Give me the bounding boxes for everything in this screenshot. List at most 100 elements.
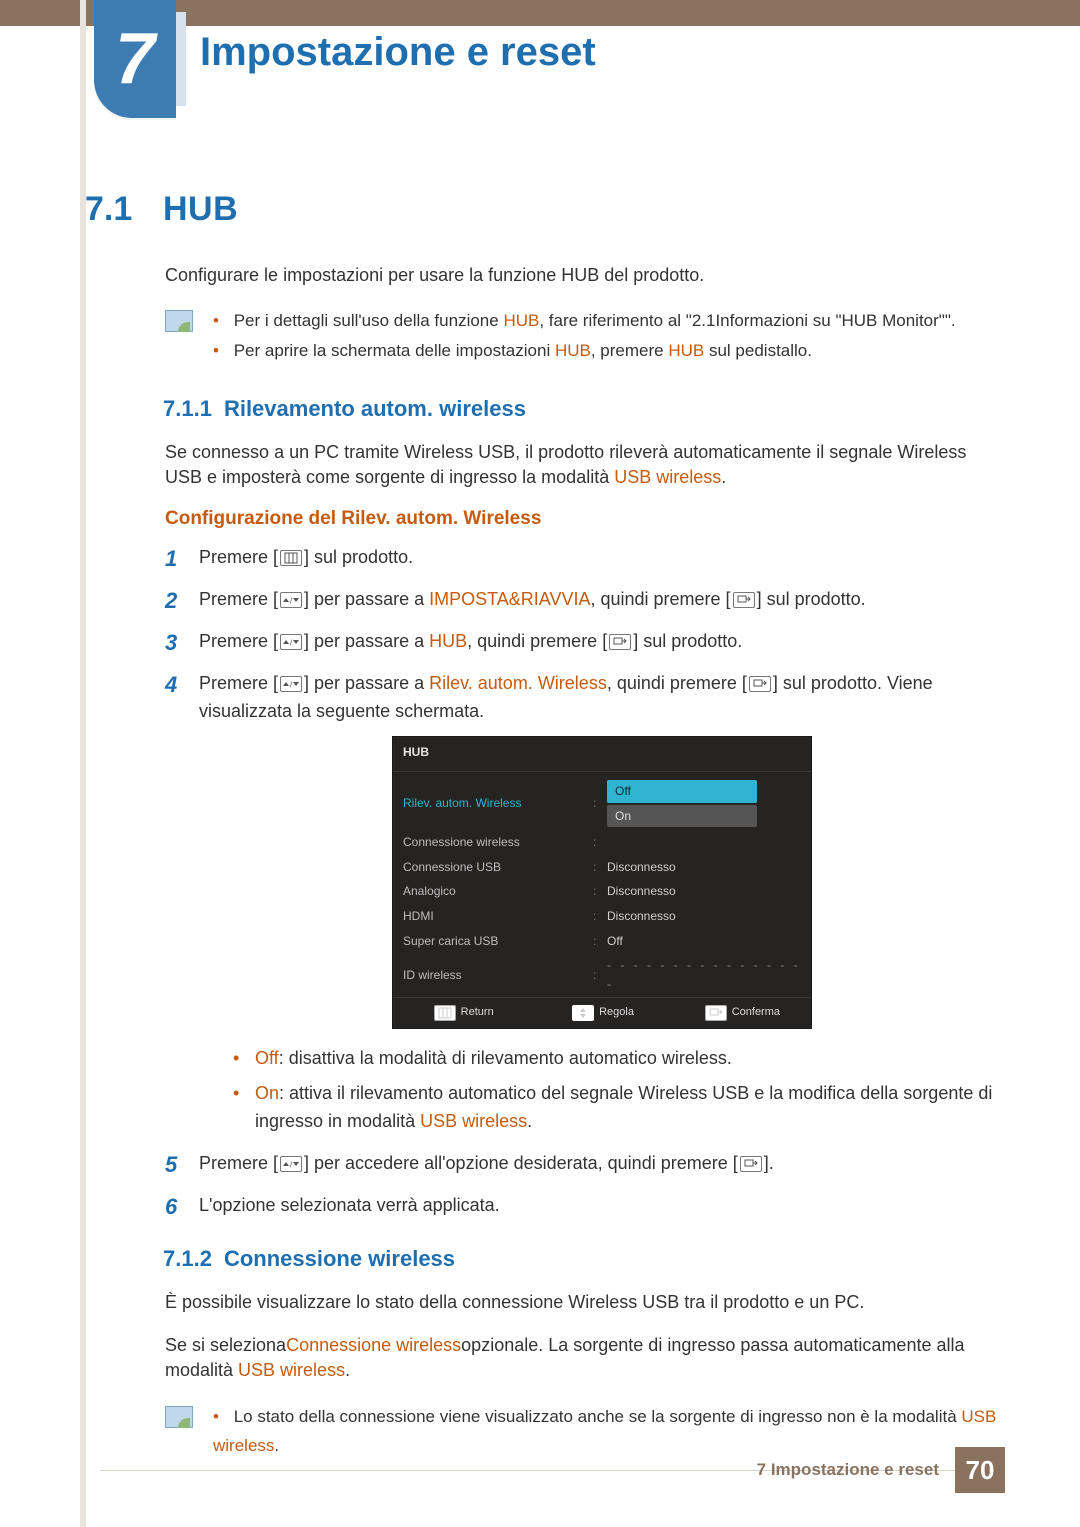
osd-row-label: HDMI (403, 907, 593, 926)
colon: : (593, 858, 607, 877)
text: Lo stato della connessione viene visuali… (234, 1407, 962, 1426)
link-text: USB wireless (238, 1360, 345, 1380)
osd-row-value: - - - - - - - - - - - - - - - - (607, 956, 801, 993)
osd-footer: Return Regola Conferma (393, 997, 811, 1027)
note-block-1: Per i dettagli sull'uso della funzione H… (165, 306, 1005, 366)
svg-text:/: / (290, 597, 293, 606)
label: Regola (599, 1006, 634, 1018)
svg-text:/: / (290, 1161, 293, 1170)
enter-icon (733, 592, 755, 608)
colon: : (593, 794, 607, 813)
link-text: Rilev. autom. Wireless (429, 673, 607, 693)
label: Return (461, 1006, 494, 1018)
text: ] sul prodotto. (304, 547, 413, 567)
chapter-number: 7 (115, 23, 155, 95)
chapter-badge: 7 (94, 0, 176, 118)
osd-row-label: Connessione USB (403, 858, 593, 877)
h4-config: Configurazione del Rilev. autom. Wireles… (165, 508, 1005, 530)
enter-icon (705, 1005, 727, 1021)
subsection-title: Connessione wireless (224, 1246, 455, 1272)
text: ] per passare a (304, 589, 429, 609)
note-list: Per i dettagli sull'uso della funzione H… (213, 306, 956, 366)
hub-ref: HUB (555, 341, 591, 360)
osd-return[interactable]: Return (393, 998, 532, 1027)
link-text: USB wireless (420, 1111, 527, 1131)
colon: : (593, 966, 607, 985)
note-icon (165, 310, 193, 332)
colon: : (593, 932, 607, 951)
page-footer: 7 Impostazione e reset 70 (757, 1447, 1005, 1493)
step-2: Premere [/] per passare a IMPOSTA&RIAVVI… (165, 586, 1005, 614)
note-item: Per i dettagli sull'uso della funzione H… (213, 306, 956, 336)
osd-title: HUB (393, 737, 811, 773)
chapter-title: Impostazione e reset (200, 30, 596, 75)
text: ] per accedere all'opzione desiderata, q… (304, 1153, 738, 1173)
text: : attiva il rilevamento automatico del s… (255, 1083, 992, 1131)
enter-icon (740, 1156, 762, 1172)
option-off[interactable]: Off (607, 780, 757, 803)
osd-confirm[interactable]: Conferma (672, 998, 811, 1027)
text: Premere [ (199, 631, 278, 651)
subsection-title: Rilevamento autom. wireless (224, 396, 526, 422)
step-6: L'opzione selezionata verrà applicata. (165, 1192, 1005, 1220)
text: ] sul prodotto. (633, 631, 742, 651)
hub-ref: HUB (503, 311, 539, 330)
link-text: HUB (429, 631, 467, 651)
enter-icon (609, 634, 631, 650)
text: Se connesso a un PC tramite Wireless USB… (165, 442, 966, 487)
sub712-p1: È possibile visualizzare lo stato della … (165, 1290, 1005, 1315)
subsection-711: 7.1.1 Rilevamento autom. wireless (163, 396, 1005, 422)
text: . (527, 1111, 532, 1131)
text: : disattiva la modalità di rilevamento a… (279, 1048, 732, 1068)
bullet-off: Off: disattiva la modalità di rilevament… (233, 1045, 1005, 1073)
text: , quindi premere [ (467, 631, 607, 651)
osd-row-label: ID wireless (403, 966, 593, 985)
link-text: IMPOSTA&RIAVVIA (429, 589, 590, 609)
enter-icon (749, 676, 771, 692)
colon: : (593, 882, 607, 901)
section-number: 7.1 (85, 190, 143, 229)
step-5: Premere [ / ] per accedere all'opzione des… (165, 1150, 1005, 1178)
label: Conferma (732, 1006, 780, 1018)
sub711-para: Se connesso a un PC tramite Wireless USB… (165, 440, 1005, 490)
osd-row-value: Disconnesso (607, 858, 801, 877)
text: Per aprire la schermata delle impostazio… (234, 341, 555, 360)
intro-text: Configurare le impostazioni per usare la… (165, 263, 1005, 288)
text: , premere (591, 341, 668, 360)
updown-icon: / (280, 1156, 302, 1172)
section-title: HUB (163, 190, 238, 229)
osd-row-label: Connessione wireless (403, 833, 593, 852)
note-item: Per aprire la schermata delle impostazio… (213, 336, 956, 366)
text: , fare riferimento al "2.1Informazioni s… (539, 311, 955, 330)
colon: : (593, 833, 607, 852)
text: ] sul prodotto. (757, 589, 866, 609)
text: Se si seleziona (165, 1335, 286, 1355)
updown-icon: / (280, 676, 302, 692)
bullet-on: On: attiva il rilevamento automatico del… (233, 1080, 1005, 1136)
menu-icon (434, 1005, 456, 1021)
text: ]. (764, 1153, 774, 1173)
step-1: Premere [] sul prodotto. (165, 544, 1005, 572)
svg-text:/: / (290, 639, 293, 648)
sub712-p2: Se si selezionaConnessione wirelessopzio… (165, 1333, 1005, 1383)
osd-row-value: Disconnesso (607, 882, 801, 901)
updown-icon: / (280, 592, 302, 608)
subsection-712: 7.1.2 Connessione wireless (163, 1246, 1005, 1272)
text: , quindi premere [ (607, 673, 747, 693)
text: , quindi premere [ (590, 589, 730, 609)
option-on[interactable]: On (607, 805, 757, 828)
footer-chapter: 7 Impostazione e reset (757, 1460, 939, 1480)
text: ] per passare a (304, 631, 429, 651)
label: Off (255, 1048, 279, 1068)
content: 7.1 HUB Configurare le impostazioni per … (85, 190, 1005, 1467)
osd-adjust[interactable]: Regola (532, 998, 671, 1027)
link-text: USB wireless (614, 467, 721, 487)
osd-row-label: Analogico (403, 882, 593, 901)
label: On (255, 1083, 279, 1103)
osd-row-value: Off On (607, 780, 801, 827)
colon: : (593, 907, 607, 926)
text: ] per passare a (304, 673, 429, 693)
text: . (345, 1360, 350, 1380)
osd-row-value: Off (607, 932, 801, 951)
text: Premere [ (199, 1153, 278, 1173)
